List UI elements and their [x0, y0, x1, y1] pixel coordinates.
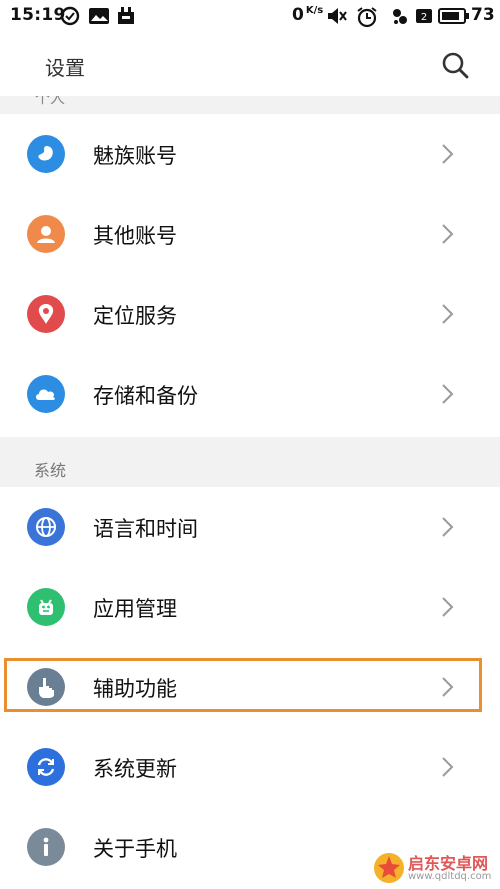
hand-pointer-icon — [27, 668, 65, 706]
settings-item-label: 语言和时间 — [93, 517, 198, 541]
settings-item-app-management[interactable]: 应用管理 — [0, 567, 500, 647]
globe-icon — [27, 508, 65, 546]
network-rate: 0 K/s — [292, 5, 324, 25]
chevron-right-icon — [442, 597, 454, 617]
settings-item-location[interactable]: 定位服务 — [0, 274, 500, 354]
location-pin-icon — [27, 295, 65, 333]
settings-item-storage-backup[interactable]: 存储和备份 — [0, 354, 500, 434]
settings-item-label: 定位服务 — [93, 304, 177, 328]
settings-item-label: 其他账号 — [93, 224, 177, 248]
chevron-right-icon — [442, 517, 454, 537]
system-settings-list: 语言和时间 应用管理 辅助功能 系统更新 关于手机 — [0, 487, 500, 889]
battery-icon — [438, 8, 469, 24]
chevron-right-icon — [442, 304, 454, 324]
settings-item-label: 魅族账号 — [93, 144, 177, 168]
android-icon — [27, 588, 65, 626]
image-icon — [89, 8, 109, 24]
refresh-icon — [27, 748, 65, 786]
alarm-icon — [357, 7, 377, 28]
mute-icon — [328, 8, 347, 24]
settings-item-label: 存储和备份 — [93, 384, 198, 408]
settings-item-language-time[interactable]: 语言和时间 — [0, 487, 500, 567]
robot-icon — [118, 7, 134, 24]
settings-item-label: 系统更新 — [93, 757, 177, 781]
chevron-right-icon — [442, 757, 454, 777]
settings-item-flyme-account[interactable]: 魅族账号 — [0, 114, 500, 194]
settings-item-label: 辅助功能 — [93, 677, 177, 701]
status-time: 15:19 — [10, 5, 66, 25]
page-title: 设置 — [45, 56, 85, 80]
settings-item-label: 应用管理 — [93, 597, 177, 621]
chevron-right-icon — [442, 384, 454, 404]
settings-header: 设置 — [0, 32, 500, 96]
person-icon — [27, 215, 65, 253]
settings-item-label: 关于手机 — [93, 837, 177, 861]
info-icon — [27, 828, 65, 866]
chevron-right-icon — [442, 677, 454, 697]
chevron-right-icon — [442, 144, 454, 164]
sync-icon — [60, 6, 80, 26]
settings-item-other-accounts[interactable]: 其他账号 — [0, 194, 500, 274]
search-icon[interactable] — [440, 50, 470, 80]
section-divider-system: 系统 — [0, 437, 500, 487]
section-divider-personal: 个人 — [0, 96, 500, 114]
section-title-system: 系统 — [34, 461, 67, 480]
svg-text:2: 2 — [421, 12, 427, 23]
settings-item-system-update[interactable]: 系统更新 — [0, 727, 500, 807]
section-title-personal: 个人 — [35, 96, 66, 107]
chevron-right-icon — [442, 224, 454, 244]
cloud-icon — [27, 375, 65, 413]
flyme-account-icon — [27, 135, 65, 173]
battery-level: 73 — [471, 5, 495, 25]
sim-icon: 2 — [416, 9, 432, 23]
watermark-url: www.qdltdq.com — [408, 871, 492, 882]
settings-item-accessibility[interactable]: 辅助功能 — [0, 647, 500, 727]
watermark: 启东安卓网 www.qdltdq.com — [372, 848, 500, 889]
watermark-logo-icon — [374, 853, 404, 883]
status-bar: 15:19 0 K/s 2 73 — [0, 0, 500, 32]
signal-icon — [393, 9, 407, 24]
personal-settings-list: 魅族账号 其他账号 定位服务 存储和备份 — [0, 114, 500, 437]
